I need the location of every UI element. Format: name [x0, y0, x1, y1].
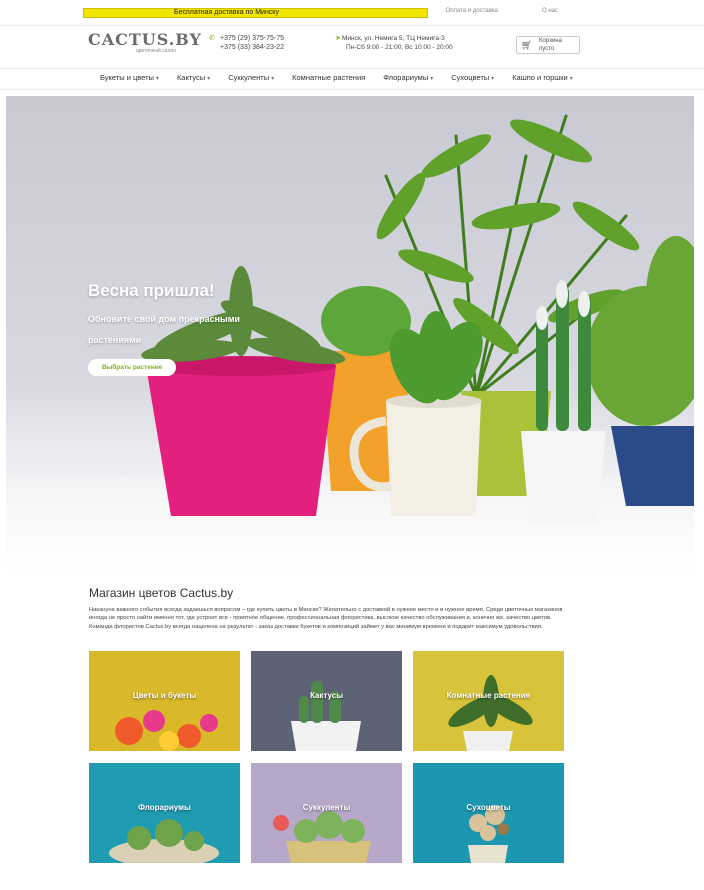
promo-text: Бесплатная доставка по Минску	[174, 9, 279, 16]
nav-item-houseplants[interactable]: Комнатные растения	[292, 73, 365, 82]
tile-label: Флорариумы	[138, 803, 191, 812]
chevron-down-icon: ▾	[491, 76, 495, 82]
tile-label: Суккуленты	[302, 803, 351, 812]
address-text: Минск, ул. Немига 5, ТЦ Немига-3	[342, 35, 445, 42]
category-tile-houseplants[interactable]: Комнатные растения	[413, 651, 564, 751]
cart-value: пусто	[539, 46, 555, 52]
hours-text: Пн-Сб 9:00 - 21:00, Вс 10:00 - 20:00	[346, 44, 453, 51]
nav-item-dried-flowers[interactable]: Сухоцветы ▾	[451, 73, 494, 82]
dried-flowers-image	[413, 763, 564, 863]
address-block: ➤Минск, ул. Немига 5, ТЦ Немига-3 Пн-Сб …	[334, 34, 490, 56]
category-tile-florariums[interactable]: Флорариумы	[89, 763, 240, 863]
nav-item-cacti[interactable]: Кактусы ▾	[177, 73, 210, 82]
logo-text: CACTUS.BY	[88, 30, 202, 49]
location-icon: ➤	[335, 35, 341, 42]
phone-block: ✆ +375 (29) 375-75-75 +375 (33) 384-23-22	[208, 34, 303, 56]
hero-text-block: Весна пришла! Обновите свой дом прекрасн…	[88, 281, 268, 376]
delivery-link[interactable]: Оплата и доставка	[446, 8, 498, 14]
tile-label: Комнатные растения	[446, 691, 531, 700]
choose-plant-button[interactable]: Выбрать растение	[88, 359, 177, 376]
nav-item-pots[interactable]: Кашпо и горшки ▾	[512, 73, 573, 82]
top-bar: Бесплатная доставка по Минску Оплата и д…	[0, 0, 704, 26]
cart-label: Корзина	[539, 38, 562, 44]
category-tile-bouquets[interactable]: Цветы и букеты	[89, 651, 240, 751]
hero-title: Весна пришла!	[88, 281, 215, 300]
phone-icon	[208, 44, 216, 52]
main-nav: Букеты и цветы ▾ Кактусы ▾ Суккуленты ▾ Ком…	[0, 68, 704, 90]
category-tile-succulents[interactable]: Суккуленты	[251, 763, 402, 863]
chevron-down-icon: ▾	[271, 76, 275, 82]
logo[interactable]: CACTUS.BY цветочный салон	[88, 30, 202, 58]
page-title: Магазин цветов Cactus.by	[89, 586, 234, 600]
bouquets-image	[89, 651, 240, 751]
logo-tagline: цветочный салон	[136, 48, 176, 54]
nav-item-florariums[interactable]: Флорариумы ▾	[383, 73, 433, 82]
hero-banner: Весна пришла! Обновите свой дом прекрасн…	[6, 96, 694, 571]
category-grid: Цветы и букеты Кактусы Комнатные растени…	[87, 646, 572, 866]
chevron-down-icon: ▾	[207, 76, 211, 82]
tile-label: Сухоцветы	[466, 803, 511, 812]
chevron-down-icon: ▾	[569, 76, 573, 82]
top-bar-inner: Бесплатная доставка по Минску Оплата и д…	[78, 6, 588, 22]
category-tile-cacti[interactable]: Кактусы	[251, 651, 402, 751]
shop-description: Накануне важного события всегда задаешьс…	[89, 607, 563, 630]
florariums-image	[89, 763, 240, 863]
nav-item-bouquets[interactable]: Букеты и цветы ▾	[100, 73, 159, 82]
main-content: Магазин цветов Cactus.by Накануне важног…	[77, 586, 592, 878]
promo-banner[interactable]: Бесплатная доставка по Минску	[83, 8, 428, 18]
houseplants-image	[413, 651, 564, 751]
about-link[interactable]: О нас	[542, 8, 558, 14]
succulents-image	[251, 763, 402, 863]
chevron-down-icon: ▾	[155, 76, 159, 82]
nav-item-succulents[interactable]: Суккуленты ▾	[228, 73, 274, 82]
phone-icon: ✆	[209, 35, 215, 42]
hero-subtitle: Обновите свой дом прекрасными растениями	[88, 314, 240, 345]
site-header: CACTUS.BY цветочный салон ✆ +375 (29) 375…	[0, 28, 704, 64]
category-tile-dried-flowers[interactable]: Сухоцветы	[413, 763, 564, 863]
phone-2[interactable]: +375 (33) 384-23-22	[220, 43, 284, 52]
cacti-image	[251, 651, 402, 751]
tile-label: Кактусы	[309, 691, 344, 700]
cart-button[interactable]: 🛒︎ Корзина пусто	[516, 36, 580, 54]
chevron-down-icon: ▾	[430, 76, 434, 82]
phone-1[interactable]: +375 (29) 375-75-75	[220, 34, 284, 43]
tile-label: Цветы и букеты	[132, 691, 197, 700]
cart-icon: 🛒︎	[521, 40, 533, 50]
